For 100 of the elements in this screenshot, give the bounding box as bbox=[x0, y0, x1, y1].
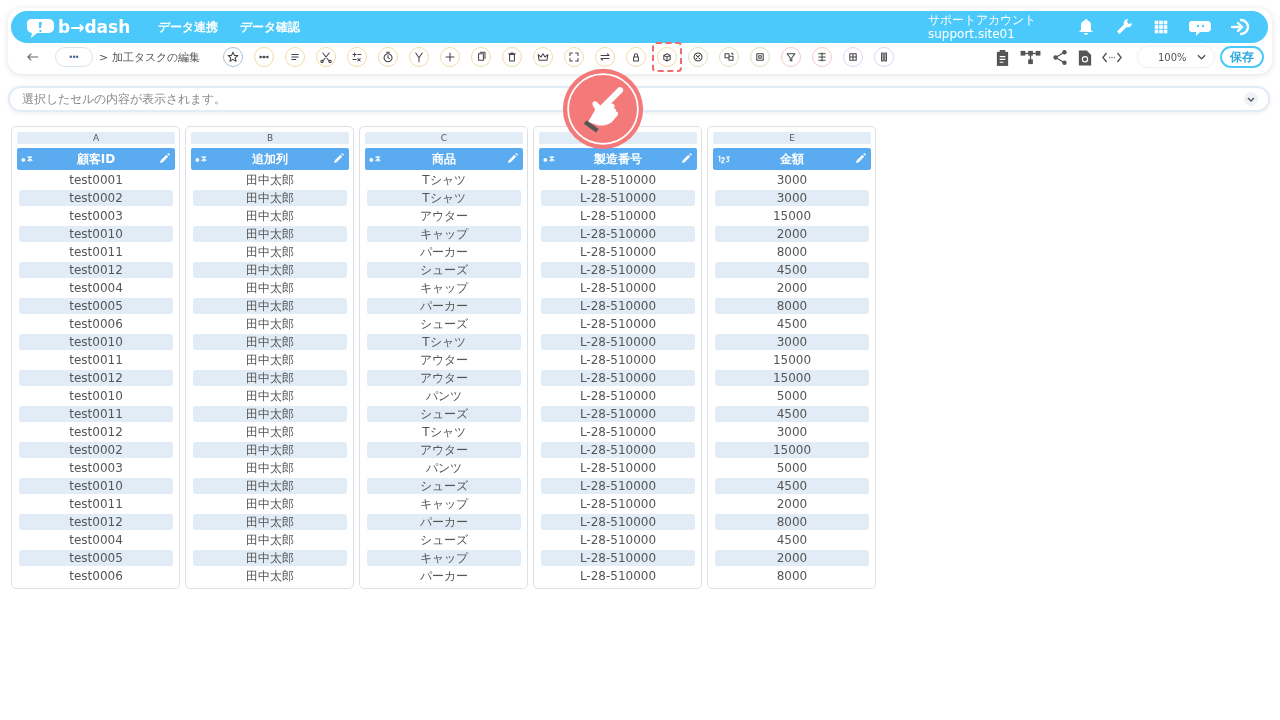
table-cell[interactable]: 4500 bbox=[715, 406, 869, 422]
table-cell[interactable]: 3000 bbox=[715, 172, 869, 188]
table-cell[interactable]: L-28-510000 bbox=[541, 550, 695, 566]
table-cell[interactable]: test0006 bbox=[19, 316, 173, 332]
table-cell[interactable]: test0003 bbox=[19, 460, 173, 476]
table-cell[interactable]: test0012 bbox=[19, 514, 173, 530]
table-cell[interactable]: パーカー bbox=[367, 298, 521, 314]
table-cell[interactable]: 田中太郎 bbox=[193, 514, 347, 530]
table-cell[interactable]: パンツ bbox=[367, 388, 521, 404]
table-cell[interactable]: 田中太郎 bbox=[193, 280, 347, 296]
table-cell[interactable]: 田中太郎 bbox=[193, 298, 347, 314]
breadcrumb-more-button[interactable]: ••• bbox=[55, 47, 93, 67]
table-cell[interactable]: 田中太郎 bbox=[193, 424, 347, 440]
table-cell[interactable]: test0010 bbox=[19, 334, 173, 350]
table-cell[interactable]: L-28-510000 bbox=[541, 190, 695, 206]
table-cell[interactable]: パーカー bbox=[367, 244, 521, 260]
table-cell[interactable]: 8000 bbox=[715, 568, 869, 584]
table-cell[interactable]: test0006 bbox=[19, 568, 173, 584]
table-cell[interactable]: 田中太郎 bbox=[193, 190, 347, 206]
table-cell[interactable]: 15000 bbox=[715, 442, 869, 458]
table-cell[interactable]: 田中太郎 bbox=[193, 478, 347, 494]
table-cell[interactable]: 8000 bbox=[715, 244, 869, 260]
table-cell[interactable]: 田中太郎 bbox=[193, 208, 347, 224]
document-refresh-icon[interactable] bbox=[1078, 48, 1092, 66]
table-cell[interactable]: 3000 bbox=[715, 190, 869, 206]
table-cell[interactable]: キャップ bbox=[367, 226, 521, 242]
table-cell[interactable]: 2000 bbox=[715, 226, 869, 242]
table-cell[interactable]: L-28-510000 bbox=[541, 262, 695, 278]
table-cell[interactable]: test0010 bbox=[19, 388, 173, 404]
table-cell[interactable]: アウター bbox=[367, 370, 521, 386]
table-cell[interactable]: 田中太郎 bbox=[193, 550, 347, 566]
table-cell[interactable]: 田中太郎 bbox=[193, 370, 347, 386]
table-cell[interactable]: アウター bbox=[367, 352, 521, 368]
table-cell[interactable]: L-28-510000 bbox=[541, 568, 695, 584]
pencil-icon[interactable] bbox=[159, 153, 170, 164]
table-cell[interactable]: 4500 bbox=[715, 478, 869, 494]
table-cell[interactable]: test0002 bbox=[19, 442, 173, 458]
table-cell[interactable]: 田中太郎 bbox=[193, 226, 347, 242]
table-cell[interactable]: test0002 bbox=[19, 190, 173, 206]
table-cell[interactable]: 田中太郎 bbox=[193, 316, 347, 332]
table-cell[interactable]: 8000 bbox=[715, 298, 869, 314]
table-cell[interactable]: 田中太郎 bbox=[193, 334, 347, 350]
pencil-icon[interactable] bbox=[333, 153, 344, 164]
table-cell[interactable]: L-28-510000 bbox=[541, 388, 695, 404]
table-cell[interactable]: 5000 bbox=[715, 388, 869, 404]
table-cell[interactable]: L-28-510000 bbox=[541, 316, 695, 332]
table-cell[interactable]: 15000 bbox=[715, 370, 869, 386]
table-cell[interactable]: L-28-510000 bbox=[541, 442, 695, 458]
chevron-down-icon[interactable] bbox=[1197, 54, 1206, 60]
table-cell[interactable]: L-28-510000 bbox=[541, 280, 695, 296]
table-cell[interactable]: 15000 bbox=[715, 208, 869, 224]
cell-content-field[interactable]: 選択したセルの内容が表示されます。 bbox=[8, 86, 1270, 112]
table-cell[interactable]: test0004 bbox=[19, 532, 173, 548]
table-cell[interactable]: 田中太郎 bbox=[193, 406, 347, 422]
table-cell[interactable]: L-28-510000 bbox=[541, 532, 695, 548]
share-icon[interactable] bbox=[1052, 48, 1068, 66]
table-cell[interactable]: L-28-510000 bbox=[541, 352, 695, 368]
zoom-dropdown[interactable]: 100% bbox=[1138, 47, 1214, 67]
table-cell[interactable]: Tシャツ bbox=[367, 172, 521, 188]
table-cell[interactable]: test0011 bbox=[19, 496, 173, 512]
table-cell[interactable]: 田中太郎 bbox=[193, 352, 347, 368]
table-cell[interactable]: 4500 bbox=[715, 262, 869, 278]
table-cell[interactable]: 田中太郎 bbox=[193, 496, 347, 512]
table-cell[interactable]: L-28-510000 bbox=[541, 208, 695, 224]
table-cell[interactable]: 2000 bbox=[715, 280, 869, 296]
table-cell[interactable]: 3000 bbox=[715, 424, 869, 440]
table-cell[interactable]: test0010 bbox=[19, 478, 173, 494]
table-cell[interactable]: L-28-510000 bbox=[541, 226, 695, 242]
table-cell[interactable]: パンツ bbox=[367, 460, 521, 476]
table-cell[interactable]: 田中太郎 bbox=[193, 568, 347, 584]
table-cell[interactable]: test0003 bbox=[19, 208, 173, 224]
table-cell[interactable]: 2000 bbox=[715, 496, 869, 512]
clipboard-icon[interactable] bbox=[995, 48, 1010, 66]
table-cell[interactable]: L-28-510000 bbox=[541, 172, 695, 188]
table-cell[interactable]: L-28-510000 bbox=[541, 478, 695, 494]
pencil-icon[interactable] bbox=[507, 153, 518, 164]
table-cell[interactable]: シューズ bbox=[367, 478, 521, 494]
pencil-icon[interactable] bbox=[681, 153, 692, 164]
table-cell[interactable]: シューズ bbox=[367, 406, 521, 422]
table-cell[interactable]: 2000 bbox=[715, 550, 869, 566]
table-cell[interactable]: L-28-510000 bbox=[541, 460, 695, 476]
table-cell[interactable]: test0012 bbox=[19, 262, 173, 278]
table-cell[interactable]: 4500 bbox=[715, 532, 869, 548]
table-cell[interactable]: test0001 bbox=[19, 172, 173, 188]
table-cell[interactable]: L-28-510000 bbox=[541, 244, 695, 260]
chevron-down-icon[interactable] bbox=[1244, 92, 1258, 106]
table-cell[interactable]: 15000 bbox=[715, 352, 869, 368]
table-cell[interactable]: 田中太郎 bbox=[193, 460, 347, 476]
table-cell[interactable]: 8000 bbox=[715, 514, 869, 530]
table-cell[interactable]: L-28-510000 bbox=[541, 496, 695, 512]
table-cell[interactable]: 4500 bbox=[715, 316, 869, 332]
table-cell[interactable]: test0010 bbox=[19, 226, 173, 242]
pencil-icon[interactable] bbox=[855, 153, 866, 164]
table-cell[interactable]: L-28-510000 bbox=[541, 514, 695, 530]
table-cell[interactable]: 5000 bbox=[715, 460, 869, 476]
table-cell[interactable]: 田中太郎 bbox=[193, 442, 347, 458]
table-cell[interactable]: Tシャツ bbox=[367, 190, 521, 206]
table-cell[interactable]: test0011 bbox=[19, 406, 173, 422]
table-cell[interactable]: L-28-510000 bbox=[541, 298, 695, 314]
table-cell[interactable]: Tシャツ bbox=[367, 334, 521, 350]
